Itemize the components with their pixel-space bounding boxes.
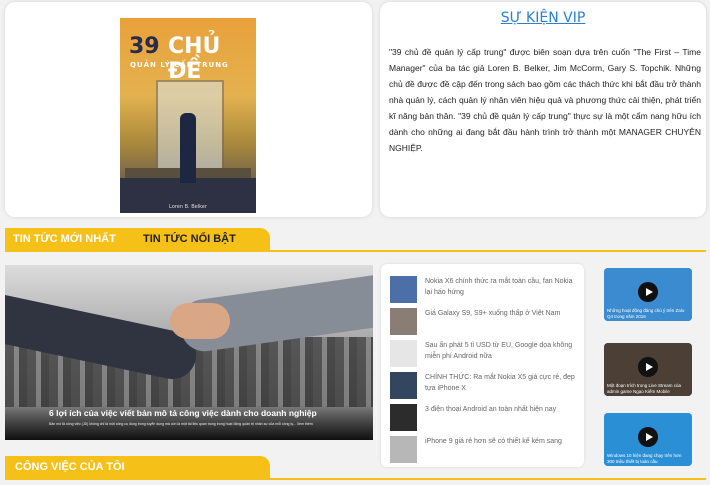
handshake-icon (170, 303, 230, 339)
news-thumbnail (390, 340, 417, 367)
news-item-title[interactable]: Sau ấn phát 5 tỉ USD từ EU, Google dọa k… (425, 340, 579, 362)
news-thumbnail (390, 276, 417, 303)
play-icon[interactable] (638, 427, 658, 447)
news-item-title[interactable]: Nokia X6 chính thức ra mắt toàn cầu, fan… (425, 276, 579, 298)
play-icon[interactable] (638, 282, 658, 302)
my-jobs-bar: CÔNG VIỆC CỦA TÔI (5, 456, 270, 478)
my-jobs-divider (5, 478, 706, 480)
news-list-item[interactable]: Giá Galaxy S9, S9+ xuống thấp ở Việt Nam (390, 308, 580, 338)
news-item-title[interactable]: 3 điện thoại Android an toàn nhất hiện n… (425, 404, 579, 415)
news-list-item[interactable]: Sau ấn phát 5 tỉ USD từ EU, Google dọa k… (390, 340, 580, 370)
book-card: 39 CHỦ ĐỀ QUẢN LÝ CẤP TRUNG Loren B. Bel… (5, 2, 372, 217)
play-icon[interactable] (638, 357, 658, 377)
news-list-item[interactable]: Nokia X6 chính thức ra mắt toàn cầu, fan… (390, 276, 580, 306)
vip-event-description: "39 chủ đề quản lý cấp trung" được biên … (389, 47, 701, 153)
featured-article-excerpt: Bản mô tả công việc (JD) không chỉ là mộ… (49, 422, 313, 426)
tab-latest-news[interactable]: TIN TỨC MỚI NHẤT (13, 233, 116, 245)
news-thumbnail (390, 308, 417, 335)
news-list-item[interactable]: 3 điện thoại Android an toàn nhất hiện n… (390, 404, 580, 434)
news-list: Nokia X6 chính thức ra mắt toàn cầu, fan… (381, 264, 584, 467)
video-caption: Một đoạn trích trong Live Stream của adm… (607, 383, 682, 394)
book-cover-subtitle: QUẢN LÝ CẤP TRUNG (130, 61, 229, 69)
news-tab-bar: TIN TỨC MỚI NHẤT TIN TỨC NỔI BẬT (5, 228, 270, 250)
book-cover-author: Loren B. Belker (169, 204, 207, 210)
book-cover-title-word: CHỦ ĐỀ (168, 34, 221, 84)
video-thumbnail[interactable]: Windows 10 hiện đang chạy trên hơn 300 t… (604, 413, 692, 466)
book-cover-person (180, 113, 196, 183)
book-cover-title-number: 39 (129, 34, 160, 59)
book-cover-image[interactable]: 39 CHỦ ĐỀ QUẢN LÝ CẤP TRUNG Loren B. Bel… (120, 18, 256, 213)
news-thumbnail (390, 436, 417, 463)
video-caption: Windows 10 hiện đang chạy trên hơn 300 t… (607, 453, 682, 464)
news-thumbnail (390, 372, 417, 399)
featured-article[interactable]: 6 lợi ích của việc viết bản mô tả công v… (5, 265, 373, 440)
video-thumbnail[interactable]: Một đoạn trích trong Live Stream của adm… (604, 343, 692, 396)
video-thumbnail[interactable]: Những hoạt động đáng chú ý trên Zalo Q4 … (604, 268, 692, 321)
news-thumbnail (390, 404, 417, 431)
news-item-title[interactable]: Giá Galaxy S9, S9+ xuống thấp ở Việt Nam (425, 308, 579, 319)
news-list-item[interactable]: CHÍNH THỨC: Ra mắt Nokia X5 giá cực rẻ, … (390, 372, 580, 402)
my-jobs-tab[interactable]: CÔNG VIỆC CỦA TÔI (15, 461, 125, 473)
news-list-item[interactable]: iPhone 9 giá rẻ hơn sẽ có thiết kế kém s… (390, 436, 580, 466)
news-tab-divider (5, 250, 706, 252)
vip-event-title-link[interactable]: SỰ KIỆN VIP (380, 10, 706, 26)
news-item-title[interactable]: CHÍNH THỨC: Ra mắt Nokia X5 giá cực rẻ, … (425, 372, 579, 394)
tab-hot-news[interactable]: TIN TỨC NỔI BẬT (143, 233, 236, 245)
news-item-title[interactable]: iPhone 9 giá rẻ hơn sẽ có thiết kế kém s… (425, 436, 579, 447)
featured-article-title[interactable]: 6 lợi ích của việc viết bản mô tả công v… (49, 408, 317, 418)
vip-event-card: SỰ KIỆN VIP "39 chủ đề quản lý cấp trung… (380, 2, 706, 217)
video-caption: Những hoạt động đáng chú ý trên Zalo Q4 … (607, 308, 685, 319)
